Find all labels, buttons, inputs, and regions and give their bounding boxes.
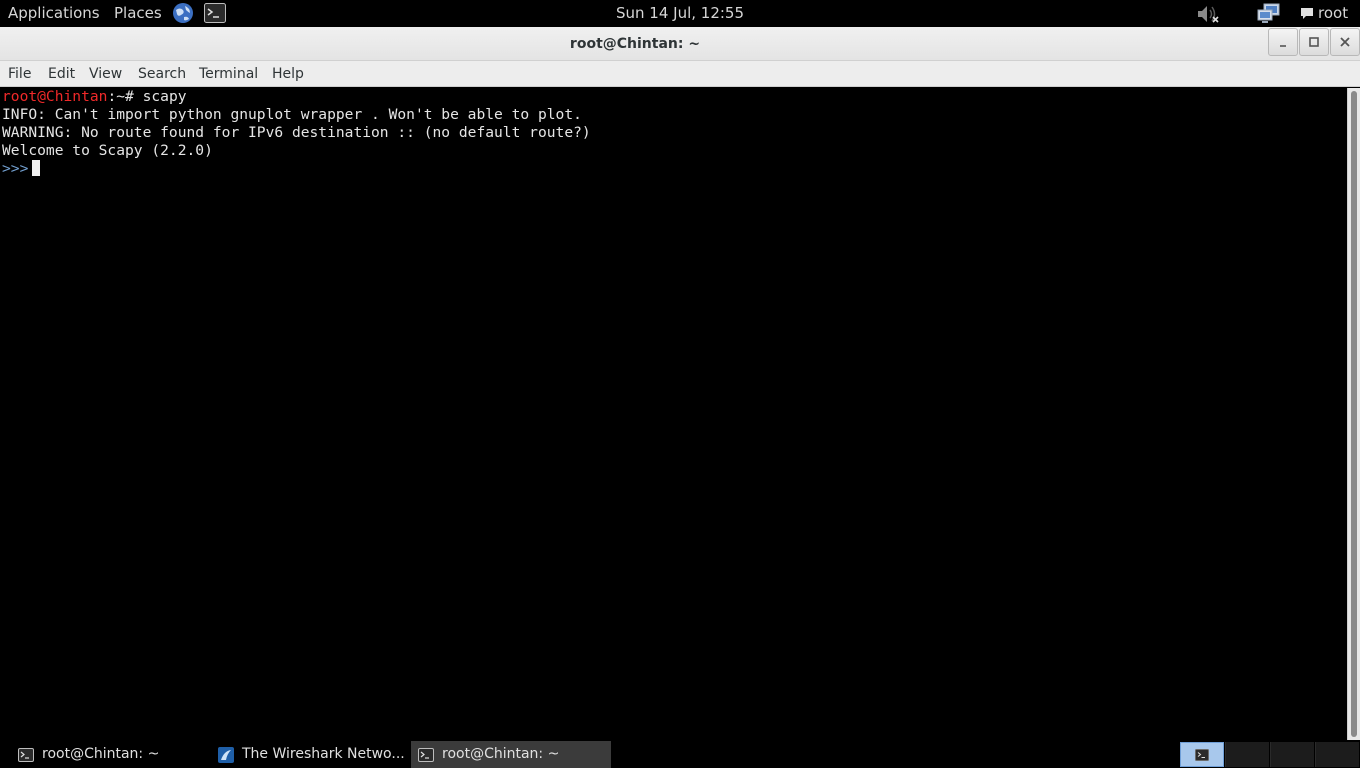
applications-menu[interactable]: Applications (8, 0, 100, 27)
terminal-launcher-icon[interactable] (204, 3, 226, 30)
menu-edit[interactable]: Edit (48, 61, 75, 87)
minimize-icon (1280, 45, 1286, 47)
terminal-icon (418, 747, 434, 762)
terminal-area[interactable]: root@Chintan:~# scapy INFO: Can't import… (0, 88, 1347, 740)
python-prompt: >>> (2, 160, 29, 177)
network-icon[interactable] (1256, 2, 1282, 29)
user-menu[interactable]: root (1300, 0, 1348, 27)
workspace-3[interactable] (1270, 742, 1314, 767)
volume-muted-icon[interactable] (1196, 3, 1222, 30)
scrollbar[interactable] (1347, 88, 1360, 740)
menu-view[interactable]: View (89, 61, 122, 87)
command-text: scapy (142, 88, 187, 105)
terminal-line: INFO: Can't import python gnuplot wrappe… (2, 106, 582, 123)
prompt-path: :~# (107, 88, 143, 105)
taskbar-item-terminal-2[interactable]: root@Chintan: ~ (411, 741, 611, 768)
wireshark-icon (218, 746, 234, 763)
bottom-panel: root@Chintan: ~ The Wireshark Netwo... r… (0, 740, 1360, 768)
top-panel: Applications Places Sun 14 Jul, 12:55 ro… (0, 0, 1360, 27)
taskbar-item-label: root@Chintan: ~ (442, 746, 560, 762)
chat-bubble-icon (1301, 8, 1313, 19)
taskbar-item-label: The Wireshark Netwo... (242, 746, 405, 762)
menu-search[interactable]: Search (138, 61, 186, 87)
workspace-2[interactable] (1225, 742, 1269, 767)
terminal-line: Welcome to Scapy (2.2.0) (2, 142, 213, 159)
workspace-1[interactable] (1180, 742, 1224, 767)
menu-bar: File Edit View Search Terminal Help (0, 61, 1360, 87)
user-name: root (1318, 4, 1349, 22)
menu-file[interactable]: File (8, 61, 31, 87)
menu-terminal[interactable]: Terminal (199, 61, 258, 87)
taskbar-item-label: root@Chintan: ~ (42, 746, 160, 762)
text-cursor (32, 160, 41, 176)
terminal-line: root@Chintan:~# scapy (2, 88, 187, 106)
window-title: root@Chintan: ~ (569, 36, 701, 52)
close-icon (1340, 37, 1350, 47)
scrollbar-thumb[interactable] (1351, 91, 1357, 737)
web-browser-launcher-icon[interactable] (172, 2, 194, 29)
terminal-line: WARNING: No route found for IPv6 destina… (2, 124, 591, 141)
terminal-icon (1195, 748, 1209, 761)
maximize-icon (1309, 37, 1319, 47)
prompt-user-host: root@Chintan (2, 88, 108, 105)
workspace-4[interactable] (1315, 742, 1359, 767)
terminal-line: >>> (2, 160, 41, 178)
taskbar-item-wireshark[interactable]: The Wireshark Netwo... (218, 741, 408, 768)
window-titlebar[interactable]: root@Chintan: ~ (0, 27, 1360, 61)
clock[interactable]: Sun 14 Jul, 12:55 (616, 4, 744, 22)
minimize-button[interactable] (1268, 28, 1298, 56)
taskbar-item-terminal-1[interactable]: root@Chintan: ~ (18, 741, 208, 768)
places-menu[interactable]: Places (114, 0, 162, 27)
close-button[interactable] (1330, 28, 1360, 56)
terminal-icon (18, 747, 34, 762)
menu-help[interactable]: Help (272, 61, 304, 87)
maximize-button[interactable] (1299, 28, 1329, 56)
